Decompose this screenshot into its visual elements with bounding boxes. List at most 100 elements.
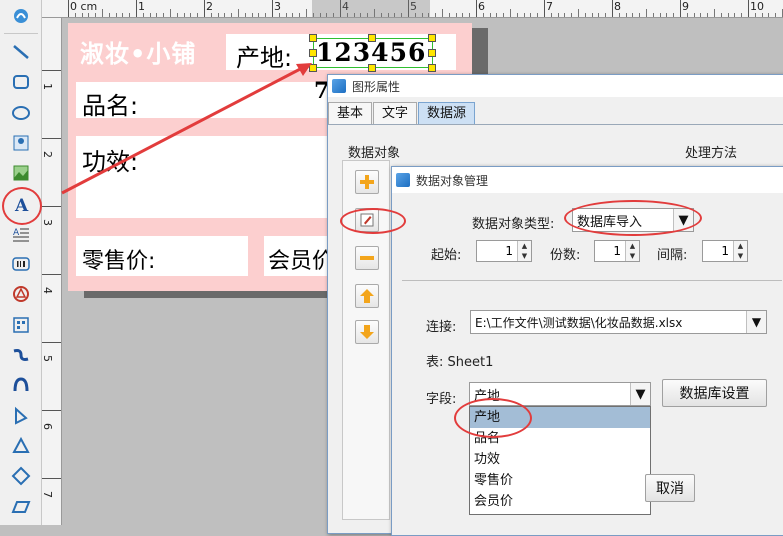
ruler-minor-tick bbox=[278, 13, 280, 17]
qrcode-tool[interactable] bbox=[8, 282, 34, 306]
ruler-tick bbox=[68, 0, 69, 17]
annotation-circle bbox=[564, 200, 702, 236]
spin-arrows-icon[interactable]: ▲ ▼ bbox=[625, 241, 639, 261]
dialog-titlebar[interactable]: 数据对象管理 bbox=[392, 167, 783, 193]
curve-tool[interactable] bbox=[8, 343, 34, 367]
start-spinner[interactable]: 1 ▲ ▼ bbox=[476, 240, 532, 262]
ruler-minor-tick bbox=[768, 13, 770, 17]
ruler-tick bbox=[42, 410, 61, 411]
ruler-label: 0 cm bbox=[70, 0, 98, 13]
ruler-minor-tick bbox=[81, 13, 83, 17]
parallelogram-tool[interactable] bbox=[8, 495, 34, 519]
interval-spinner[interactable]: 1 ▲ ▼ bbox=[702, 240, 748, 262]
field-label: 字段: bbox=[426, 392, 457, 407]
ruler-minor-tick bbox=[571, 13, 573, 17]
tab-基本[interactable]: 基本 bbox=[328, 102, 373, 124]
resize-handle[interactable] bbox=[309, 34, 317, 42]
add-data-button[interactable] bbox=[355, 170, 379, 194]
ruler-label: 4 bbox=[42, 287, 54, 294]
ruler-minor-tick bbox=[496, 13, 498, 17]
ellipse-icon bbox=[12, 105, 30, 120]
chevron-down-icon[interactable]: ▼ bbox=[630, 383, 650, 405]
ruler-tick bbox=[544, 0, 545, 17]
dialog-title: 数据对象管理 bbox=[416, 173, 489, 188]
rounded-rect-tool[interactable] bbox=[8, 70, 34, 94]
ruler-minor-tick bbox=[176, 13, 178, 17]
top-ruler: 0 cm1234567891011121314151617181920 bbox=[42, 0, 783, 18]
field-option[interactable]: 零售价 bbox=[470, 470, 650, 491]
resize-handle[interactable] bbox=[368, 34, 376, 42]
name-label[interactable]: 品名: bbox=[82, 86, 138, 121]
app-icon bbox=[396, 173, 410, 187]
resize-handle[interactable] bbox=[309, 49, 317, 57]
ruler-tick bbox=[748, 0, 749, 17]
ruler-minor-tick bbox=[510, 9, 511, 17]
ruler-minor-tick bbox=[741, 13, 743, 17]
cancel-button[interactable]: 取消 bbox=[645, 474, 695, 502]
barcode-tool[interactable] bbox=[8, 252, 34, 276]
datamatrix-icon bbox=[13, 316, 29, 333]
ruler-minor-tick bbox=[482, 13, 484, 17]
ruler-minor-tick bbox=[727, 13, 729, 17]
copies-value: 1 bbox=[613, 244, 621, 258]
image-tool[interactable] bbox=[8, 131, 34, 155]
ruler-label: 2 bbox=[206, 0, 213, 13]
picture-tool[interactable] bbox=[8, 161, 34, 185]
dialog-titlebar[interactable]: 图形属性 bbox=[328, 75, 783, 97]
ruler-label: 8 bbox=[614, 0, 621, 13]
datamatrix-tool[interactable] bbox=[8, 313, 34, 337]
move-up-button[interactable] bbox=[355, 284, 379, 308]
database-settings-button[interactable]: 数据库设置 bbox=[662, 379, 767, 407]
ruler-minor-tick bbox=[761, 13, 763, 17]
tab-数据源[interactable]: 数据源 bbox=[418, 102, 476, 124]
resize-handle[interactable] bbox=[428, 34, 436, 42]
line-icon bbox=[13, 45, 29, 59]
chevron-down-icon[interactable]: ▼ bbox=[746, 311, 766, 333]
ruler-minor-tick bbox=[95, 13, 97, 17]
spin-arrows-icon[interactable]: ▲ ▼ bbox=[733, 241, 747, 261]
remove-data-button[interactable] bbox=[355, 246, 379, 270]
start-label: 起始: bbox=[431, 248, 462, 263]
retail-label[interactable]: 零售价: bbox=[82, 243, 155, 275]
process-method-label: 处理方法 bbox=[685, 146, 738, 161]
ruler-tick bbox=[42, 342, 61, 343]
field-option[interactable]: 会员价 bbox=[470, 491, 650, 512]
diamond-icon bbox=[11, 466, 31, 486]
member-label[interactable]: 会员价 bbox=[268, 243, 334, 275]
triangle-tool[interactable] bbox=[8, 434, 34, 458]
logo-icon bbox=[14, 9, 28, 23]
resize-handle[interactable] bbox=[428, 49, 436, 57]
resize-handle[interactable] bbox=[309, 64, 317, 72]
dialog-title: 图形属性 bbox=[352, 79, 401, 94]
ruler-tick bbox=[612, 0, 613, 17]
effect-label[interactable]: 功效: bbox=[82, 142, 138, 177]
resize-handle[interactable] bbox=[428, 64, 436, 72]
plus-icon bbox=[360, 175, 374, 189]
spin-arrows-icon[interactable]: ▲ ▼ bbox=[517, 241, 531, 261]
copies-spinner[interactable]: 1 ▲ ▼ bbox=[594, 240, 640, 262]
resize-handle[interactable] bbox=[368, 64, 376, 72]
ruler-minor-tick bbox=[122, 13, 124, 17]
ruler-minor-tick bbox=[251, 13, 253, 17]
ruler-tick bbox=[204, 0, 205, 17]
line-tool[interactable] bbox=[8, 40, 34, 64]
origin-label[interactable]: 产地: bbox=[236, 38, 292, 73]
picture-icon bbox=[13, 165, 29, 181]
field-option[interactable]: 功效 bbox=[470, 449, 650, 470]
ruler-minor-tick bbox=[156, 13, 158, 17]
ruler-minor-tick bbox=[686, 13, 688, 17]
logo-tool[interactable] bbox=[8, 4, 34, 28]
move-down-button[interactable] bbox=[355, 320, 379, 344]
diamond-tool[interactable] bbox=[8, 464, 34, 488]
ruler-minor-tick bbox=[442, 9, 443, 17]
shop-name-text[interactable]: 淑妆•小铺 bbox=[80, 34, 196, 69]
arc-tool[interactable] bbox=[8, 373, 34, 397]
polyline-tool[interactable] bbox=[8, 404, 34, 428]
image-icon bbox=[13, 135, 29, 151]
ruler-minor-tick bbox=[489, 13, 491, 17]
ruler-minor-tick bbox=[217, 13, 219, 17]
connection-select[interactable]: E:\工作文件\测试数据\化妆品数据.xlsx ▼ bbox=[470, 310, 767, 334]
tab-文字[interactable]: 文字 bbox=[373, 102, 418, 124]
multiline-text-tool[interactable]: A bbox=[8, 222, 34, 246]
ellipse-tool[interactable] bbox=[8, 101, 34, 125]
